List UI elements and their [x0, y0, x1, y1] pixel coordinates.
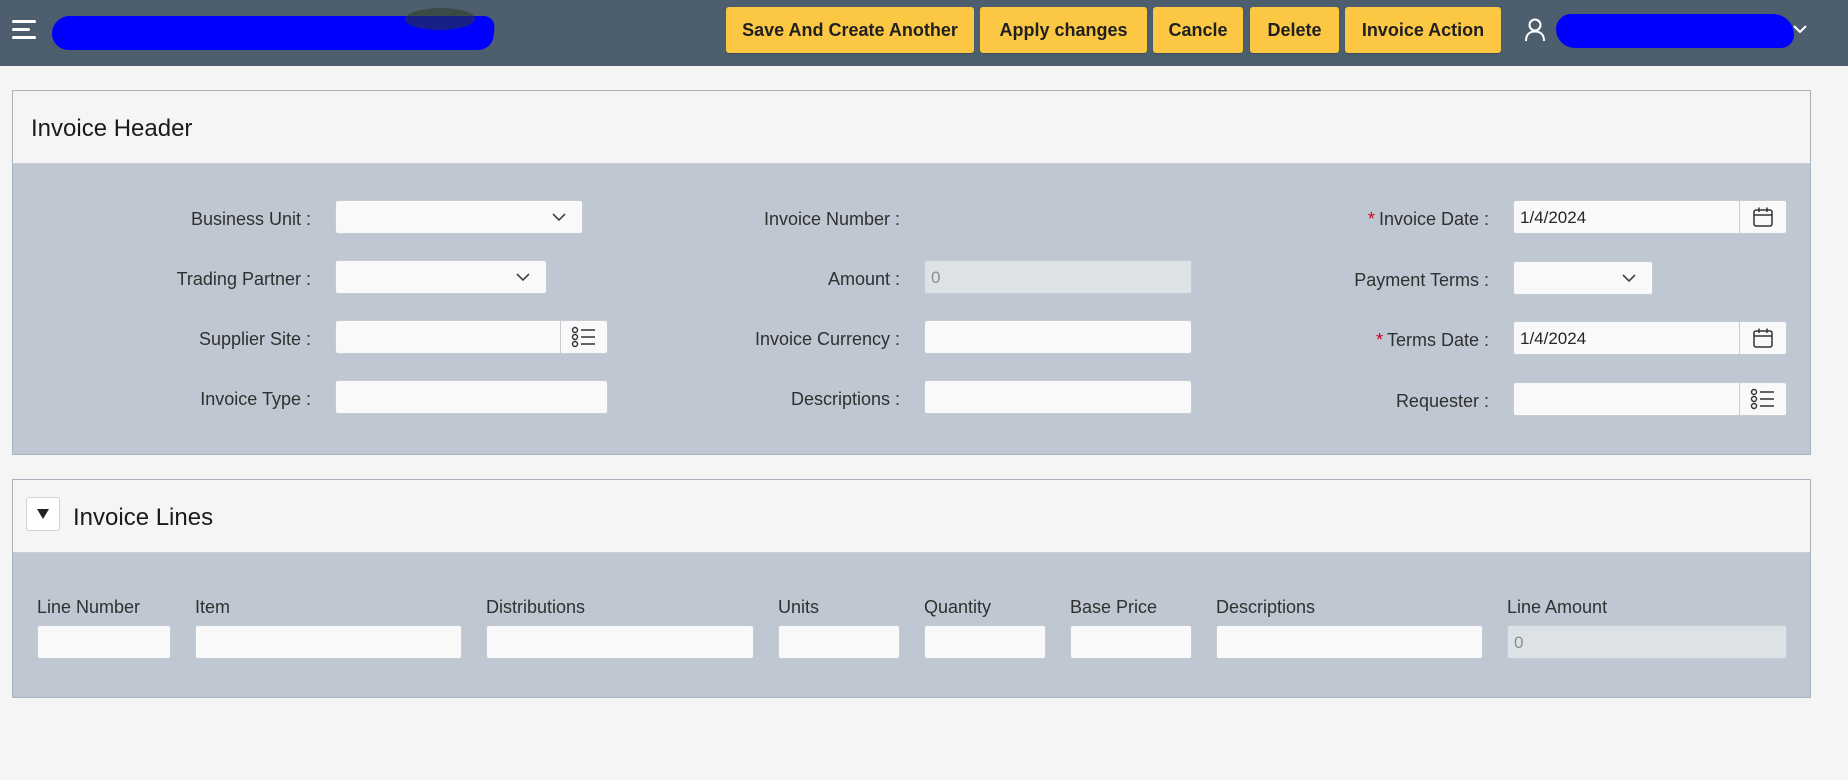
- terms-date-label: * Terms Date :: [1375, 330, 1489, 350]
- line-amount-field: 0: [1507, 625, 1787, 659]
- invoice-action-button[interactable]: Invoice Action: [1345, 7, 1501, 53]
- redacted-user-name[interactable]: [1556, 14, 1794, 48]
- delete-button[interactable]: Delete: [1250, 7, 1339, 53]
- invoice-type-label: Invoice Type :: [200, 389, 311, 409]
- line-descriptions-column-label: Descriptions: [1216, 597, 1316, 617]
- units-column-label: Units: [778, 597, 820, 617]
- line-amount-column-label: Line Amount: [1507, 597, 1608, 617]
- invoice-lines-heading-bar: Invoice Lines: [13, 480, 1810, 553]
- quantity-input[interactable]: [924, 625, 1046, 659]
- triangle-down-icon: [37, 509, 49, 519]
- units-input[interactable]: [778, 625, 900, 659]
- descriptions-label: Descriptions :: [790, 389, 900, 409]
- base-price-input[interactable]: [1070, 625, 1192, 659]
- cancel-button[interactable]: Cancle: [1153, 7, 1243, 53]
- payment-terms-select[interactable]: [1513, 261, 1653, 295]
- invoice-header-heading-bar: Invoice Header: [13, 91, 1810, 164]
- business-unit-select[interactable]: [335, 200, 583, 234]
- redacted-app-title: [50, 16, 496, 50]
- user-icon[interactable]: [1524, 18, 1546, 42]
- invoice-date-calendar-icon[interactable]: [1739, 201, 1786, 233]
- invoice-lines-region: Invoice Lines: [12, 479, 1811, 698]
- requester-list-icon[interactable]: [1739, 383, 1786, 415]
- business-unit-label: Business Unit :: [190, 209, 311, 229]
- line-descriptions-input[interactable]: [1216, 625, 1483, 659]
- item-input[interactable]: [195, 625, 462, 659]
- top-navigation-bar: Save And Create Another Apply changes Ca…: [0, 0, 1848, 66]
- invoice-currency-label: Invoice Currency :: [754, 329, 900, 349]
- invoice-date-label: * Invoice Date :: [1367, 209, 1489, 229]
- payment-terms-label: Payment Terms :: [1354, 270, 1489, 290]
- line-number-input[interactable]: [37, 625, 171, 659]
- chevron-down-icon: [552, 213, 566, 222]
- amount-label: Amount :: [827, 269, 900, 289]
- amount-field: 0: [924, 260, 1192, 294]
- requester-label: Requester :: [1395, 391, 1489, 411]
- terms-date-calendar-icon[interactable]: [1739, 322, 1786, 354]
- item-column-label: Item: [195, 597, 231, 617]
- user-menu-chevron-down-icon[interactable]: [1791, 22, 1809, 36]
- supplier-site-list-icon[interactable]: [560, 321, 607, 353]
- invoice-number-label: Invoice Number :: [763, 209, 900, 229]
- invoice-currency-input[interactable]: [924, 320, 1192, 354]
- distributions-column-label: Distributions: [486, 597, 586, 617]
- invoice-header-title: Invoice Header: [31, 115, 193, 142]
- apply-changes-button[interactable]: Apply changes: [980, 7, 1147, 53]
- trading-partner-label: Trading Partner :: [176, 269, 311, 289]
- hamburger-menu-icon[interactable]: [12, 20, 38, 42]
- chevron-down-icon: [1622, 274, 1636, 283]
- distributions-input[interactable]: [486, 625, 754, 659]
- line-number-column-label: Line Number: [37, 597, 141, 617]
- trading-partner-select[interactable]: [335, 260, 547, 294]
- invoice-lines-title: Invoice Lines: [73, 504, 214, 531]
- chevron-down-icon: [516, 273, 530, 282]
- supplier-site-input[interactable]: [335, 320, 608, 354]
- terms-date-input[interactable]: 1/4/2024: [1513, 321, 1787, 355]
- requester-input[interactable]: [1513, 382, 1787, 416]
- supplier-site-label: Supplier Site :: [198, 329, 311, 349]
- quantity-column-label: Quantity: [924, 597, 992, 617]
- save-and-create-another-button[interactable]: Save And Create Another: [726, 7, 974, 53]
- descriptions-input[interactable]: [924, 380, 1192, 414]
- invoice-type-input[interactable]: [335, 380, 608, 414]
- invoice-date-input[interactable]: 1/4/2024: [1513, 200, 1787, 234]
- base-price-column-label: Base Price: [1070, 597, 1158, 617]
- collapse-toggle-button[interactable]: [26, 497, 60, 531]
